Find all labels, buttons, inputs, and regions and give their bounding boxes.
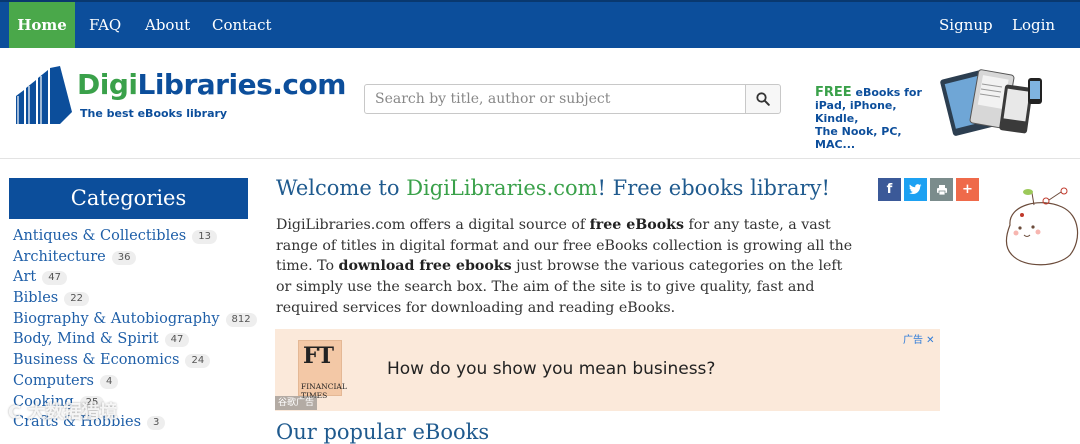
promo-free-label: FREE <box>815 85 852 100</box>
search-button[interactable] <box>745 84 781 114</box>
nav-about-link[interactable]: About <box>145 2 190 48</box>
categories-title: Categories <box>9 178 248 219</box>
plus-icon: + <box>962 182 973 197</box>
category-item: Bibles 22 <box>13 288 249 309</box>
top-navigation-bar: Home FAQ About Contact Signup Login <box>0 0 1080 48</box>
page-title: Welcome to DigiLibraries.com! Free ebook… <box>276 176 830 200</box>
category-item: Biography & Autobiography 812 <box>13 309 257 330</box>
cartoon-doodle-image <box>1000 185 1080 274</box>
category-item: Antiques & Collectibles 13 <box>13 226 249 247</box>
search-input[interactable] <box>364 84 746 114</box>
twitter-icon <box>909 184 922 195</box>
logo-text-libraries: Libraries.com <box>137 68 346 101</box>
promo-line-3: The Nook, PC, MAC... <box>815 125 902 151</box>
nav-faq-link[interactable]: FAQ <box>89 2 121 48</box>
advertisement-banner[interactable]: FT FINANCIAL TIMES How do you show you m… <box>275 329 940 411</box>
category-link[interactable]: Business & Economics <box>13 352 179 368</box>
facebook-icon: f <box>886 182 893 197</box>
search-icon <box>756 92 770 106</box>
category-item: Body, Mind & Spirit 47 <box>13 329 249 350</box>
popular-ebooks-heading: Our popular eBooks <box>276 420 490 444</box>
promo-line-1: eBooks for <box>851 86 922 99</box>
category-count-badge: 22 <box>64 292 89 307</box>
nav-contact-link[interactable]: Contact <box>212 2 272 48</box>
category-item: Architecture 36 <box>13 247 249 268</box>
category-count-badge: 13 <box>192 230 217 244</box>
category-count-badge: 47 <box>42 271 67 286</box>
category-count-badge: 36 <box>111 250 137 265</box>
ad-headline[interactable]: How do you show you mean business? <box>387 359 715 379</box>
intro-bold-free-ebooks: free eBooks <box>589 217 685 233</box>
free-ebooks-promo[interactable]: FREE eBooks for iPad, iPhone, Kindle, Th… <box>815 86 940 151</box>
category-link[interactable]: Antiques & Collectibles <box>13 228 186 244</box>
share-buttons: f + <box>878 178 979 201</box>
print-icon <box>936 184 947 195</box>
category-link[interactable]: Art <box>13 269 36 285</box>
category-count-badge: 812 <box>225 312 257 327</box>
ft-logo: FT FINANCIAL TIMES <box>298 340 347 400</box>
site-header: DigiLibraries.com The best eBooks librar… <box>0 48 1080 159</box>
category-link[interactable]: Computers <box>13 373 94 389</box>
ad-label: 谷歌广告 <box>275 396 318 410</box>
intro-text-1: DigiLibraries.com offers a digital sourc… <box>276 217 590 233</box>
category-item: Business & Economics 24 <box>13 350 249 371</box>
category-item: Computers 4 <box>13 371 249 392</box>
nav-home-link[interactable]: Home <box>9 2 75 48</box>
category-count-badge: 24 <box>185 354 211 369</box>
intro-paragraph: DigiLibraries.com offers a digital sourc… <box>276 215 856 319</box>
page-title-suffix: ! Free ebooks library! <box>597 176 830 200</box>
watermark-text: C 大数据猎境 <box>8 402 118 423</box>
category-count-badge: 4 <box>99 374 119 389</box>
ereader-devices-image[interactable] <box>930 64 1045 146</box>
category-count-badge: 47 <box>164 333 190 348</box>
category-link[interactable]: Bibles <box>13 290 58 306</box>
more-share-button[interactable]: + <box>956 178 979 201</box>
ft-logo-letters: FT <box>303 343 334 369</box>
site-logo[interactable]: DigiLibraries.com <box>77 68 346 101</box>
logo-text-digi: Digi <box>77 68 138 101</box>
logo-tagline: The best eBooks library <box>80 107 228 120</box>
facebook-share-button[interactable]: f <box>878 178 901 201</box>
category-count-badge: 3 <box>147 416 166 431</box>
category-link[interactable]: Biography & Autobiography <box>13 311 220 327</box>
category-item: Art 47 <box>13 267 249 288</box>
category-link[interactable]: Body, Mind & Spirit <box>13 331 159 347</box>
categories-sidebar: Categories Antiques & Collectibles 13 Arc… <box>9 178 257 433</box>
twitter-share-button[interactable] <box>904 178 927 201</box>
nav-login-link[interactable]: Login <box>1012 2 1055 48</box>
books-logo-icon[interactable] <box>14 66 74 132</box>
intro-bold-download: download free ebooks <box>338 258 512 275</box>
nav-signup-link[interactable]: Signup <box>939 2 993 48</box>
page-title-site-name: DigiLibraries.com <box>406 176 598 200</box>
category-link[interactable]: Architecture <box>13 249 106 265</box>
ad-close-icon[interactable]: 广告 ✕ <box>903 331 935 346</box>
page-title-prefix: Welcome to <box>276 176 407 200</box>
print-share-button[interactable] <box>930 178 953 201</box>
promo-line-2: iPad, iPhone, Kindle, <box>815 99 897 125</box>
